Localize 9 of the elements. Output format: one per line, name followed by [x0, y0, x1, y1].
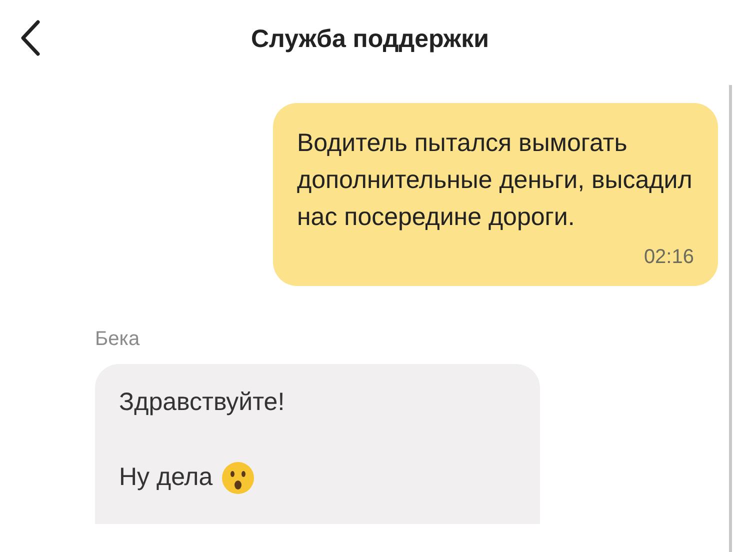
screen-title: Служба поддержки: [250, 24, 490, 56]
scrollbar[interactable]: [729, 85, 732, 552]
back-chevron-icon: [18, 19, 42, 57]
surprised-face-icon: [220, 460, 255, 494]
message-time: 02:16: [644, 245, 694, 270]
message-text: Ну дела: [119, 462, 213, 493]
message-text: Здравствуйте!: [119, 387, 285, 418]
message-text: Водитель пытался вымогать дополнительные деньги, высадил нас посередине дороги.: [297, 128, 694, 233]
sender-name: Бека: [95, 328, 140, 350]
